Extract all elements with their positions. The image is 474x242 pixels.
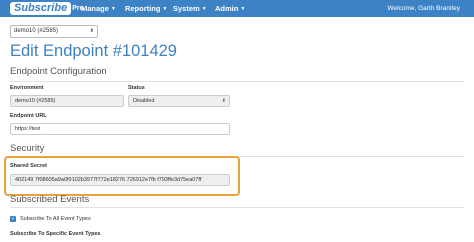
nav-menu-system[interactable]: System ▼ xyxy=(173,0,207,17)
section-title-subscribed-events: Subscribed Events xyxy=(10,194,90,205)
chevron-down-icon: ▼ xyxy=(201,6,207,12)
brand-name: Subscribe xyxy=(10,2,72,15)
section-divider xyxy=(10,207,464,208)
user-greeting[interactable]: Welcome, Garth Brantley xyxy=(388,0,461,17)
status-select[interactable]: Disabled ⬍ xyxy=(128,95,230,107)
page-title: Edit Endpoint #101429 xyxy=(10,42,177,60)
nav-menu-admin[interactable]: Admin ▼ xyxy=(215,0,245,17)
chevron-down-icon: ▼ xyxy=(240,6,246,12)
endpoint-url-input[interactable]: https://test xyxy=(10,123,230,135)
chevron-down-icon: ▼ xyxy=(110,6,116,12)
subscribe-all-events-option[interactable]: ✓ Subscribe To All Event Types xyxy=(10,214,91,224)
shared-secret-field: 402149 7f08605a9a0f9102b3977f772e18276 7… xyxy=(10,174,230,186)
status-value: Disabled xyxy=(133,98,155,104)
environment-value: demo10 (#2585) xyxy=(15,98,56,104)
specific-event-types-label: Subscribe To Specific Event Types xyxy=(10,231,101,237)
section-divider xyxy=(10,81,464,82)
nav-menu-label: Admin xyxy=(215,4,239,13)
shared-secret-value: 402149 7f08605a9a0f9102b3977f772e18276 7… xyxy=(15,177,202,183)
nav-menu-label: Manage xyxy=(81,4,109,13)
status-label: Status xyxy=(128,85,145,91)
endpoint-url-label: Endpoint URL xyxy=(10,113,47,119)
shared-secret-label: Shared Secret xyxy=(10,163,47,169)
subscribe-all-events-label: Subscribe To All Event Types xyxy=(20,216,91,222)
subscribe-all-events-checkbox[interactable]: ✓ xyxy=(10,216,16,222)
nav-menu-label: Reporting xyxy=(125,4,161,13)
account-select-value: demo10 (#2585) xyxy=(14,28,59,34)
top-navbar: Subscribe Pro Manage ▼ Reporting ▼ System ▼… xyxy=(0,0,474,17)
nav-menu-manage[interactable]: Manage ▼ xyxy=(81,0,116,17)
environment-label: Environment xyxy=(10,85,44,91)
endpoint-url-value: https://test xyxy=(15,126,41,132)
chevron-updown-icon: ⬍ xyxy=(89,28,94,34)
chevron-updown-icon: ⬍ xyxy=(221,98,226,104)
section-title-security: Security xyxy=(10,143,45,154)
section-title-endpoint-configuration: Endpoint Configuration xyxy=(10,66,107,77)
nav-menu-label: System xyxy=(173,4,200,13)
chevron-down-icon: ▼ xyxy=(162,6,168,12)
subscribepro-logo[interactable]: Subscribe Pro xyxy=(10,2,84,15)
environment-field: demo10 (#2585) xyxy=(10,95,124,107)
account-select[interactable]: demo10 (#2585) ⬍ xyxy=(10,25,98,38)
nav-menu-reporting[interactable]: Reporting ▼ xyxy=(125,0,167,17)
